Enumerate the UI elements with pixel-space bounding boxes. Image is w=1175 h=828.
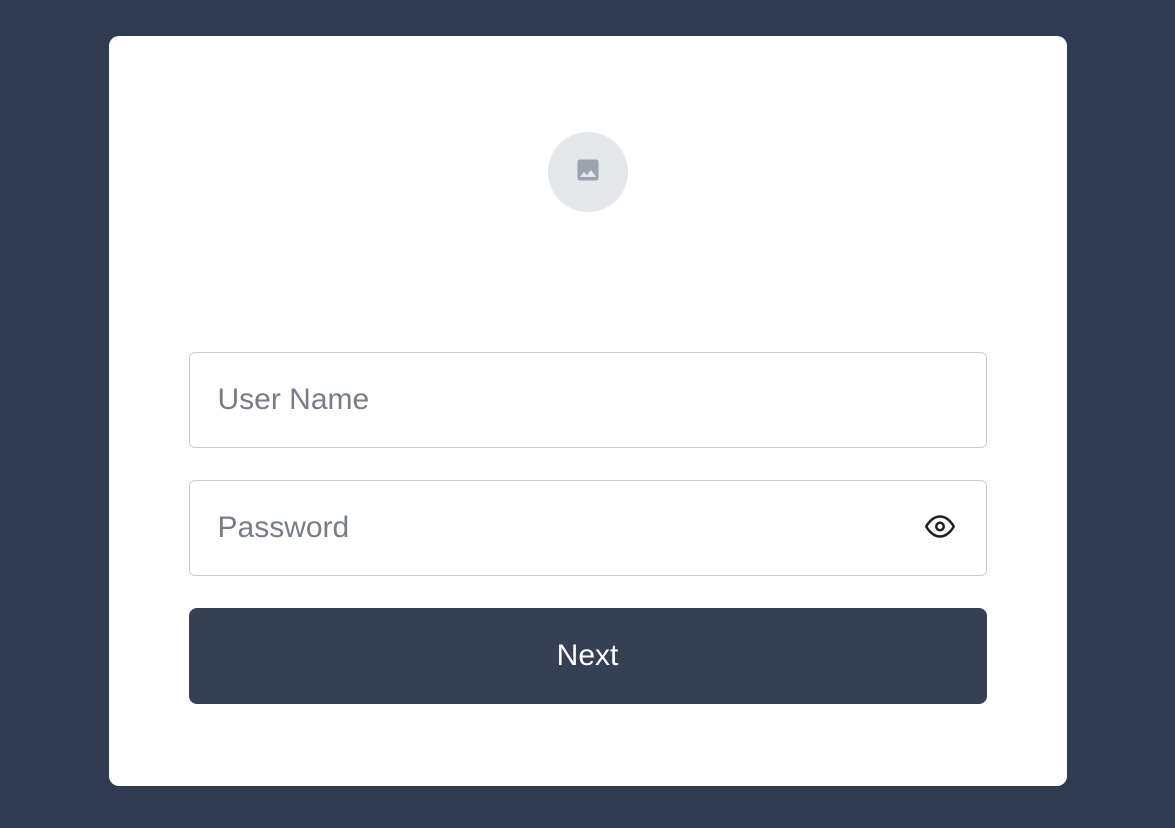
username-input[interactable] xyxy=(189,352,987,448)
next-button[interactable]: Next xyxy=(189,608,987,704)
avatar-placeholder xyxy=(548,132,628,212)
password-input[interactable] xyxy=(189,480,987,576)
image-icon xyxy=(574,156,602,188)
toggle-password-visibility-button[interactable] xyxy=(917,504,963,553)
login-form: Next xyxy=(189,352,987,704)
password-field-wrapper xyxy=(189,480,987,576)
username-field-wrapper xyxy=(189,352,987,448)
eye-icon xyxy=(925,512,955,545)
login-card: Next xyxy=(109,36,1067,786)
